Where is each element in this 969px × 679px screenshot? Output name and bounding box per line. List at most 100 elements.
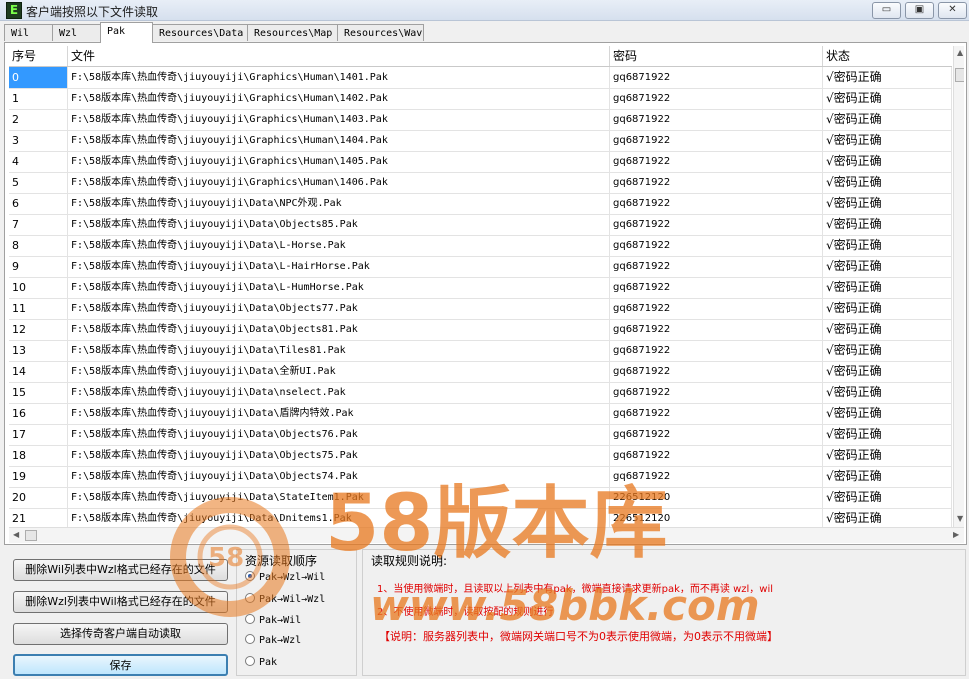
cell-password[interactable]: gq6871922: [610, 298, 823, 319]
table-row[interactable]: 14 F:\58版本库\热血传奇\jiuyouyiji\Data\全新UI.Pak…: [9, 361, 952, 383]
cell-index[interactable]: 15: [9, 382, 68, 403]
table-row[interactable]: 13 F:\58版本库\热血传奇\jiuyouyiji\Data\Tiles81.…: [9, 340, 952, 362]
radio-pak-wzl[interactable]: Pak→Wzl: [245, 633, 301, 649]
table-row[interactable]: 7 F:\58版本库\热血传奇\jiuyouyiji\Data\Objects85…: [9, 214, 952, 236]
cell-file[interactable]: F:\58版本库\热血传奇\jiuyouyiji\Data\StateItem1…: [68, 487, 610, 508]
table-row[interactable]: 11 F:\58版本库\热血传奇\jiuyouyiji\Data\Objects7…: [9, 298, 952, 320]
cell-file[interactable]: F:\58版本库\热血传奇\jiuyouyiji\Data\全新UI.Pak: [68, 361, 610, 382]
cell-password[interactable]: gq6871922: [610, 382, 823, 403]
cell-file[interactable]: F:\58版本库\热血传奇\jiuyouyiji\Graphics\Human\…: [68, 109, 610, 130]
cell-password[interactable]: gq6871922: [610, 130, 823, 151]
save-button[interactable]: 保存: [13, 654, 228, 676]
radio-pak[interactable]: Pak: [245, 655, 277, 671]
cell-password[interactable]: gq6871922: [610, 319, 823, 340]
cell-status[interactable]: √密码正确: [823, 193, 952, 214]
vertical-scrollbar[interactable]: ▲ ▼: [953, 46, 964, 527]
table-row[interactable]: 10 F:\58版本库\热血传奇\jiuyouyiji\Data\L-HumHor…: [9, 277, 952, 299]
table-row[interactable]: 8 F:\58版本库\热血传奇\jiuyouyiji\Data\L-Horse.P…: [9, 235, 952, 257]
cell-file[interactable]: F:\58版本库\热血传奇\jiuyouyiji\Data\Objects74.…: [68, 466, 610, 487]
table-row[interactable]: 3 F:\58版本库\热血传奇\jiuyouyiji\Graphics\Human…: [9, 130, 952, 152]
table-row[interactable]: 12 F:\58版本库\热血传奇\jiuyouyiji\Data\Objects8…: [9, 319, 952, 341]
radio-pak-wzl-wil[interactable]: Pak→Wzl→Wil: [245, 570, 325, 586]
radio-pak-wil-wzl[interactable]: Pak→Wil→Wzl: [245, 592, 325, 608]
cell-password[interactable]: gq6871922: [610, 466, 823, 487]
cell-file[interactable]: F:\58版本库\热血传奇\jiuyouyiji\Graphics\Human\…: [68, 151, 610, 172]
table-row[interactable]: 20 F:\58版本库\热血传奇\jiuyouyiji\Data\StateIte…: [9, 487, 952, 509]
vertical-scroll-thumb[interactable]: [955, 68, 964, 82]
cell-file[interactable]: F:\58版本库\热血传奇\jiuyouyiji\Graphics\Human\…: [68, 172, 610, 193]
cell-index[interactable]: 10: [9, 277, 68, 298]
scroll-left-icon[interactable]: ◀: [13, 530, 19, 539]
horizontal-scroll-thumb[interactable]: [25, 530, 37, 541]
delete-wil-dupes-button[interactable]: 删除Wil列表中Wzl格式已经存在的文件: [13, 559, 228, 581]
cell-index[interactable]: 19: [9, 466, 68, 487]
cell-file[interactable]: F:\58版本库\热血传奇\jiuyouyiji\Graphics\Human\…: [68, 67, 610, 88]
tab-resources-map[interactable]: Resources\Map: [247, 24, 338, 41]
column-header-status[interactable]: 状态: [823, 46, 952, 66]
cell-index[interactable]: 2: [9, 109, 68, 130]
cell-password[interactable]: 226512120: [610, 508, 823, 527]
cell-status[interactable]: √密码正确: [823, 487, 952, 508]
cell-status[interactable]: √密码正确: [823, 445, 952, 466]
table-row[interactable]: 5 F:\58版本库\热血传奇\jiuyouyiji\Graphics\Human…: [9, 172, 952, 194]
cell-index[interactable]: 13: [9, 340, 68, 361]
cell-status[interactable]: √密码正确: [823, 214, 952, 235]
tab-wzl[interactable]: Wzl: [52, 24, 101, 41]
cell-status[interactable]: √密码正确: [823, 466, 952, 487]
table-row[interactable]: 1 F:\58版本库\热血传奇\jiuyouyiji\Graphics\Human…: [9, 88, 952, 110]
file-grid[interactable]: 序号 文件 密码 状态 0 F:\58版本库\热血传奇\jiuyouyiji\Gr…: [9, 46, 964, 527]
cell-index[interactable]: 12: [9, 319, 68, 340]
scroll-down-icon[interactable]: ▼: [957, 514, 963, 523]
cell-file[interactable]: F:\58版本库\热血传奇\jiuyouyiji\Data\Objects85.…: [68, 214, 610, 235]
cell-status[interactable]: √密码正确: [823, 298, 952, 319]
cell-file[interactable]: F:\58版本库\热血传奇\jiuyouyiji\Data\NPC外观.Pak: [68, 193, 610, 214]
cell-password[interactable]: gq6871922: [610, 361, 823, 382]
cell-password[interactable]: gq6871922: [610, 172, 823, 193]
table-row[interactable]: 9 F:\58版本库\热血传奇\jiuyouyiji\Data\L-HairHor…: [9, 256, 952, 278]
cell-file[interactable]: F:\58版本库\热血传奇\jiuyouyiji\Data\Tiles81.Pa…: [68, 340, 610, 361]
cell-password[interactable]: gq6871922: [610, 403, 823, 424]
table-row[interactable]: 4 F:\58版本库\热血传奇\jiuyouyiji\Graphics\Human…: [9, 151, 952, 173]
minimize-button[interactable]: ▭: [872, 2, 901, 19]
cell-status[interactable]: √密码正确: [823, 277, 952, 298]
cell-index[interactable]: 20: [9, 487, 68, 508]
cell-index[interactable]: 16: [9, 403, 68, 424]
table-row[interactable]: 15 F:\58版本库\热血传奇\jiuyouyiji\Data\nselect.…: [9, 382, 952, 404]
radio-pak-wil[interactable]: Pak→Wil: [245, 613, 301, 629]
cell-file[interactable]: F:\58版本库\热血传奇\jiuyouyiji\Graphics\Human\…: [68, 88, 610, 109]
tab-pak[interactable]: Pak: [100, 22, 153, 43]
tab-resources-wav[interactable]: Resources\Wav: [337, 24, 424, 41]
cell-password[interactable]: gq6871922: [610, 445, 823, 466]
cell-password[interactable]: gq6871922: [610, 214, 823, 235]
cell-index[interactable]: 6: [9, 193, 68, 214]
cell-password[interactable]: gq6871922: [610, 256, 823, 277]
radio-icon[interactable]: [245, 634, 255, 644]
auto-read-client-button[interactable]: 选择传奇客户端自动读取: [13, 623, 228, 645]
cell-password[interactable]: gq6871922: [610, 235, 823, 256]
cell-file[interactable]: F:\58版本库\热血传奇\jiuyouyiji\Graphics\Human\…: [68, 130, 610, 151]
cell-password[interactable]: gq6871922: [610, 109, 823, 130]
cell-index[interactable]: 5: [9, 172, 68, 193]
radio-selected-icon[interactable]: [245, 571, 255, 581]
cell-status[interactable]: √密码正确: [823, 130, 952, 151]
delete-wzl-dupes-button[interactable]: 删除Wzl列表中Wil格式已经存在的文件: [13, 591, 228, 613]
radio-icon[interactable]: [245, 614, 255, 624]
cell-file[interactable]: F:\58版本库\热血传奇\jiuyouyiji\Data\L-HairHors…: [68, 256, 610, 277]
cell-index[interactable]: 1: [9, 88, 68, 109]
cell-password[interactable]: 226512120: [610, 487, 823, 508]
cell-file[interactable]: F:\58版本库\热血传奇\jiuyouyiji\Data\Objects77.…: [68, 298, 610, 319]
cell-status[interactable]: √密码正确: [823, 319, 952, 340]
scroll-up-icon[interactable]: ▲: [957, 48, 963, 57]
table-row[interactable]: 18 F:\58版本库\热血传奇\jiuyouyiji\Data\Objects7…: [9, 445, 952, 467]
cell-file[interactable]: F:\58版本库\热血传奇\jiuyouyiji\Data\Objects75.…: [68, 445, 610, 466]
table-row[interactable]: 17 F:\58版本库\热血传奇\jiuyouyiji\Data\Objects7…: [9, 424, 952, 446]
cell-file[interactable]: F:\58版本库\热血传奇\jiuyouyiji\Data\nselect.Pa…: [68, 382, 610, 403]
table-row[interactable]: 2 F:\58版本库\热血传奇\jiuyouyiji\Graphics\Human…: [9, 109, 952, 131]
close-button[interactable]: ✕: [938, 2, 967, 19]
cell-index[interactable]: 3: [9, 130, 68, 151]
radio-icon[interactable]: [245, 593, 255, 603]
cell-status[interactable]: √密码正确: [823, 256, 952, 277]
restore-button[interactable]: ▣: [905, 2, 934, 19]
table-row[interactable]: 21 F:\58版本库\热血传奇\jiuyouyiji\Data\Dnitems1…: [9, 508, 952, 527]
cell-status[interactable]: √密码正确: [823, 508, 952, 527]
